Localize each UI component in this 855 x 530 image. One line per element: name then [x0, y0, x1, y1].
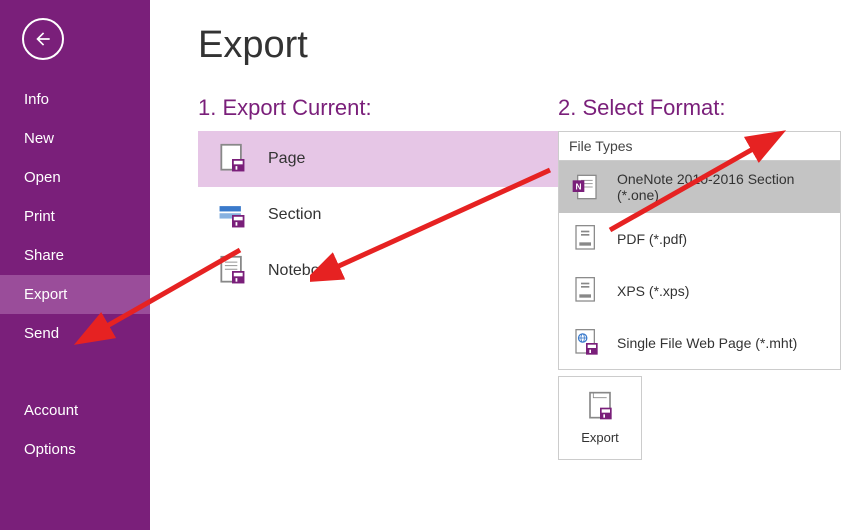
- sidebar-item-options[interactable]: Options: [0, 430, 150, 469]
- export-item-label: Notebook: [268, 262, 337, 280]
- main-content: Export 1. Export Current: Page Section Not…: [150, 0, 855, 530]
- step1-heading: 1. Export Current:: [198, 95, 558, 121]
- sidebar-item-label: Account: [24, 402, 78, 419]
- sidebar-item-share[interactable]: Share: [0, 236, 150, 275]
- step2-heading: 2. Select Format:: [558, 95, 855, 121]
- svg-text:N: N: [575, 182, 581, 192]
- file-type-label: XPS (*.xps): [617, 283, 689, 299]
- sidebar-item-open[interactable]: Open: [0, 158, 150, 197]
- filetype-pdf[interactable]: PDF (*.pdf): [559, 213, 840, 265]
- filetype-mht[interactable]: Single File Web Page (*.mht): [559, 317, 840, 369]
- sidebar-item-export[interactable]: Export: [0, 275, 150, 314]
- export-item-page[interactable]: Page: [198, 131, 558, 187]
- export-item-label: Section: [268, 206, 321, 224]
- sidebar: Info New Open Print Share Export Send Account O…: [0, 0, 150, 530]
- filetype-one[interactable]: N OneNote 2010-2016 Section (*.one): [559, 161, 840, 213]
- export-item-page-icon: [214, 141, 250, 177]
- file-type-label: OneNote 2010-2016 Section (*.one): [617, 171, 840, 203]
- sidebar-item-label: Export: [24, 286, 67, 303]
- sidebar-item-account[interactable]: Account: [0, 391, 150, 430]
- filetype-xps-icon: [569, 274, 603, 308]
- back-arrow-icon: [33, 29, 53, 49]
- file-types-header: File Types: [559, 132, 840, 161]
- file-type-label: PDF (*.pdf): [617, 231, 687, 247]
- back-button[interactable]: [22, 18, 64, 60]
- filetype-xps[interactable]: XPS (*.xps): [559, 265, 840, 317]
- sidebar-item-label: Options: [24, 441, 76, 458]
- sidebar-item-send[interactable]: Send: [0, 314, 150, 353]
- sidebar-item-label: New: [24, 130, 54, 147]
- sidebar-item-label: Open: [24, 169, 61, 186]
- export-icon: [585, 391, 615, 424]
- file-types-box: File Types N OneNote 2010-2016 Section (*…: [558, 131, 841, 370]
- export-button-label: Export: [581, 430, 619, 445]
- filetype-mht-icon: [569, 326, 603, 360]
- filetype-one-icon: N: [569, 170, 603, 204]
- export-item-section[interactable]: Section: [198, 187, 558, 243]
- sidebar-item-label: Share: [24, 247, 64, 264]
- export-item-label: Page: [268, 150, 305, 168]
- page-title: Export: [198, 24, 855, 67]
- sidebar-item-label: Send: [24, 325, 59, 342]
- sidebar-item-label: Print: [24, 208, 55, 225]
- export-item-section-icon: [214, 197, 250, 233]
- export-item-notebook-icon: [214, 253, 250, 289]
- sidebar-item-label: Info: [24, 91, 49, 108]
- filetype-pdf-icon: [569, 222, 603, 256]
- sidebar-item-new[interactable]: New: [0, 119, 150, 158]
- file-type-label: Single File Web Page (*.mht): [617, 335, 797, 351]
- sidebar-item-info[interactable]: Info: [0, 80, 150, 119]
- export-button[interactable]: Export: [558, 376, 642, 460]
- export-item-notebook[interactable]: Notebook: [198, 243, 558, 299]
- sidebar-item-print[interactable]: Print: [0, 197, 150, 236]
